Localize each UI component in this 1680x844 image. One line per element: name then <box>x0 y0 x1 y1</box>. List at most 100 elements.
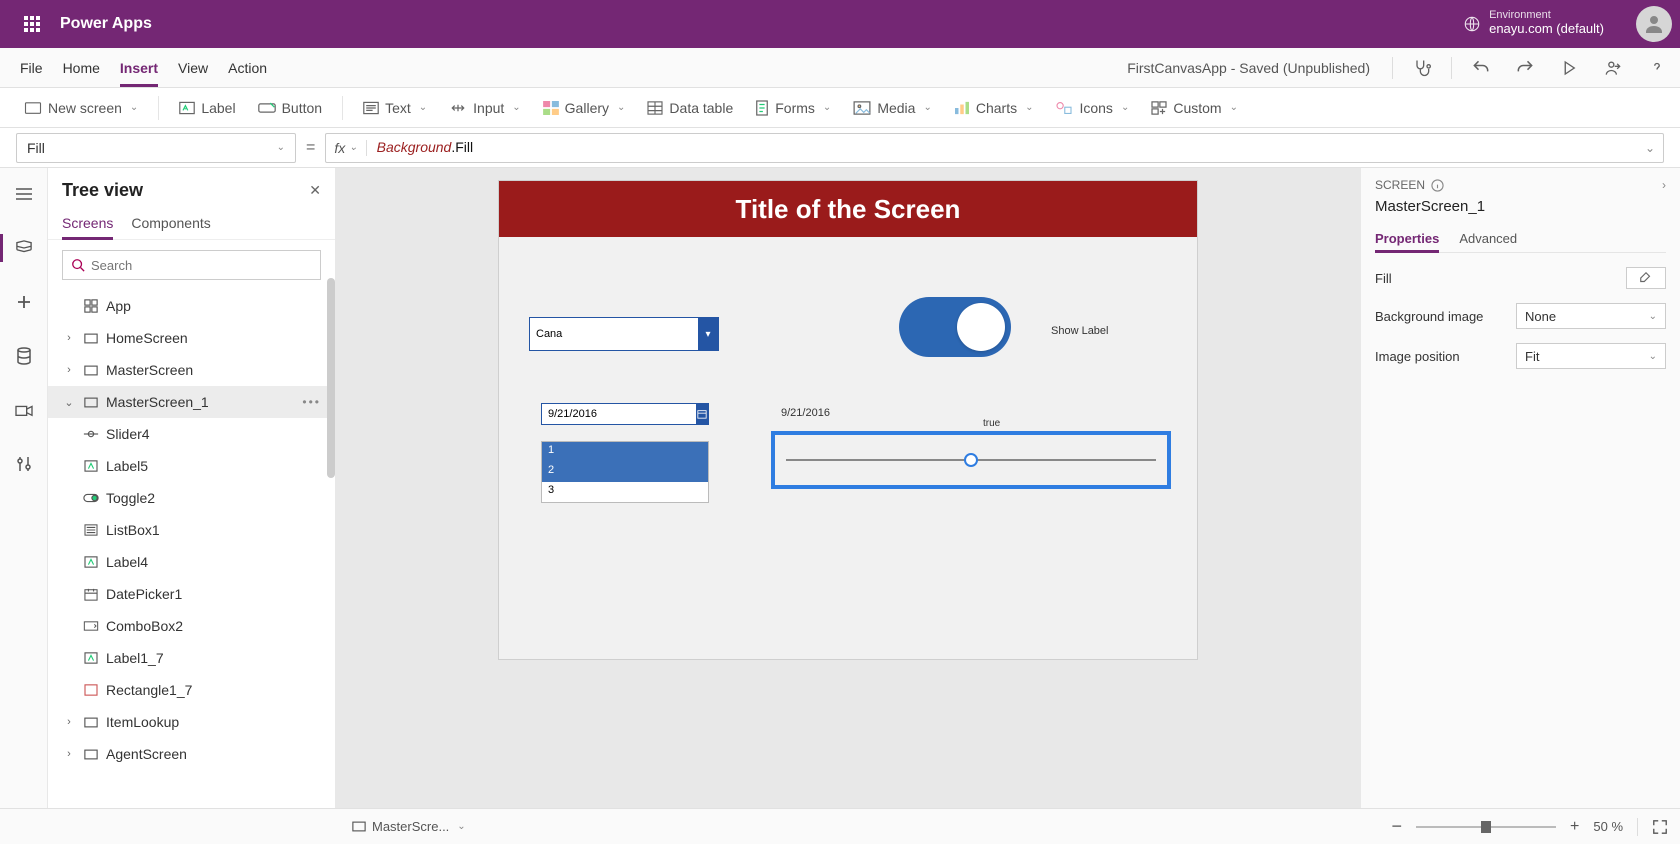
calendar-icon[interactable] <box>696 404 708 424</box>
new-screen-button[interactable]: New screen⌄ <box>16 96 146 120</box>
tree-label1-7[interactable]: Label1_7 <box>48 642 335 674</box>
media-dropdown[interactable]: Media⌄ <box>845 96 940 120</box>
tab-components[interactable]: Components <box>131 207 210 239</box>
tree-agentscreen[interactable]: › AgentScreen <box>48 738 335 770</box>
user-avatar[interactable] <box>1636 6 1672 42</box>
prop-bgimage-label: Background image <box>1375 309 1483 324</box>
zoom-out-icon[interactable]: − <box>1391 816 1402 837</box>
bgimage-select[interactable]: None⌄ <box>1516 303 1666 329</box>
share-icon[interactable] <box>1598 53 1628 83</box>
tree-listbox1[interactable]: ListBox1 <box>48 514 335 546</box>
tree-slider4[interactable]: Slider4 <box>48 418 335 450</box>
zoom-thumb[interactable] <box>1481 821 1491 833</box>
close-icon[interactable]: ✕ <box>309 182 321 199</box>
search-field[interactable] <box>91 258 312 273</box>
tab-properties[interactable]: Properties <box>1375 225 1439 252</box>
zoom-slider[interactable] <box>1416 826 1556 828</box>
tab-screens[interactable]: Screens <box>62 207 113 239</box>
fullscreen-icon[interactable] <box>1652 819 1668 835</box>
app-header: Power Apps Environment enayu.com (defaul… <box>0 0 1680 48</box>
data-icon[interactable] <box>8 340 40 372</box>
undo-icon[interactable] <box>1466 53 1496 83</box>
datepicker-input[interactable] <box>542 404 696 424</box>
info-icon[interactable] <box>1431 179 1444 192</box>
screen-title-bar[interactable]: Title of the Screen <box>499 181 1197 237</box>
custom-dropdown[interactable]: Custom⌄ <box>1143 96 1246 120</box>
listbox-item-3[interactable]: 3 <box>542 482 708 502</box>
tree-rectangle1-7[interactable]: Rectangle1_7 <box>48 674 335 706</box>
canvas-datepicker[interactable] <box>541 403 709 425</box>
chevron-right-icon[interactable]: › <box>1662 178 1666 192</box>
text-dropdown[interactable]: Text⌄ <box>355 96 435 120</box>
tree-datepicker1[interactable]: DatePicker1 <box>48 578 335 610</box>
label-text: Label <box>201 100 235 116</box>
add-icon[interactable] <box>8 286 40 318</box>
media-rail-icon[interactable] <box>8 394 40 426</box>
canvas-screen[interactable]: Title of the Screen ▾ Show Label 9/21/20… <box>498 180 1198 660</box>
formula-expand-icon[interactable]: ⌄ <box>1645 141 1655 155</box>
listbox-item-1[interactable]: 1 <box>542 442 708 462</box>
show-label-text[interactable]: Show Label <box>1051 325 1109 337</box>
icons-dropdown[interactable]: Icons⌄ <box>1047 96 1137 120</box>
help-icon[interactable] <box>1642 53 1672 83</box>
menu-home[interactable]: Home <box>63 48 100 87</box>
tree-combobox2[interactable]: ComboBox2 <box>48 610 335 642</box>
input-dropdown[interactable]: Input⌄ <box>441 96 529 120</box>
screen-node-icon <box>82 397 100 408</box>
canvas-toggle[interactable] <box>899 297 1011 357</box>
charts-dropdown[interactable]: Charts⌄ <box>946 96 1042 120</box>
canvas-slider-selected[interactable] <box>771 431 1171 489</box>
zoom-in-icon[interactable]: + <box>1570 818 1579 836</box>
true-label[interactable]: true <box>983 418 1000 429</box>
tree-label4-label: Label4 <box>106 554 148 570</box>
label-button[interactable]: Label <box>171 96 243 120</box>
settings-icon[interactable] <box>8 448 40 480</box>
menu-view[interactable]: View <box>178 48 208 87</box>
fill-color-picker[interactable] <box>1626 267 1666 289</box>
menu-action[interactable]: Action <box>228 48 267 87</box>
brand-title: Power Apps <box>60 15 152 33</box>
tree-label5[interactable]: Label5 <box>48 450 335 482</box>
canvas-combobox[interactable]: ▾ <box>529 317 719 351</box>
chevron-down-icon[interactable]: ▾ <box>698 318 718 350</box>
tree-datepicker1-label: DatePicker1 <box>106 586 182 602</box>
formula-input[interactable]: fx⌄ Background.Fill ⌄ <box>325 133 1664 163</box>
slider-thumb[interactable] <box>964 453 978 467</box>
tree-toggle2[interactable]: Toggle2 <box>48 482 335 514</box>
property-selector[interactable]: Fill ⌄ <box>16 133 296 163</box>
tree-homescreen[interactable]: › HomeScreen <box>48 322 335 354</box>
listbox-item-2[interactable]: 2 <box>542 462 708 482</box>
menu-file[interactable]: File <box>20 48 43 87</box>
screen-selector[interactable]: MasterScre... ⌄ <box>352 819 466 834</box>
gallery-dropdown[interactable]: Gallery⌄ <box>535 96 634 120</box>
hamburger-icon[interactable] <box>8 178 40 210</box>
menu-insert[interactable]: Insert <box>120 48 158 87</box>
waffle-menu-icon[interactable] <box>8 0 56 48</box>
canvas-listbox[interactable]: 1 2 3 <box>541 441 709 503</box>
tree-label4[interactable]: Label4 <box>48 546 335 578</box>
redo-icon[interactable] <box>1510 53 1540 83</box>
tree-view-icon[interactable] <box>8 232 40 264</box>
tree-scrollbar[interactable] <box>327 278 335 478</box>
tab-advanced[interactable]: Advanced <box>1459 225 1517 252</box>
stethoscope-icon[interactable] <box>1407 53 1437 83</box>
gallery-label: Gallery <box>565 100 609 116</box>
imgpos-select[interactable]: Fit⌄ <box>1516 343 1666 369</box>
tree-itemlookup[interactable]: › ItemLookup <box>48 706 335 738</box>
date-label[interactable]: 9/21/2016 <box>781 407 830 419</box>
search-input[interactable] <box>62 250 321 280</box>
tree-app[interactable]: App <box>48 290 335 322</box>
play-icon[interactable] <box>1554 53 1584 83</box>
icons-icon <box>1055 101 1073 115</box>
tree-masterscreen-label: MasterScreen <box>106 362 193 378</box>
more-icon[interactable]: ••• <box>302 395 327 409</box>
slider-track[interactable] <box>786 459 1156 461</box>
tree-masterscreen1[interactable]: ⌄ MasterScreen_1 ••• <box>48 386 335 418</box>
combobox-input[interactable] <box>530 318 698 350</box>
canvas-area[interactable]: Title of the Screen ▾ Show Label 9/21/20… <box>336 168 1360 808</box>
data-table-button[interactable]: Data table <box>639 96 741 120</box>
forms-dropdown[interactable]: Forms⌄ <box>747 96 839 120</box>
button-control[interactable]: Button <box>250 96 330 120</box>
environment-selector[interactable]: Environment enayu.com (default) <box>1463 10 1620 38</box>
tree-masterscreen[interactable]: › MasterScreen <box>48 354 335 386</box>
